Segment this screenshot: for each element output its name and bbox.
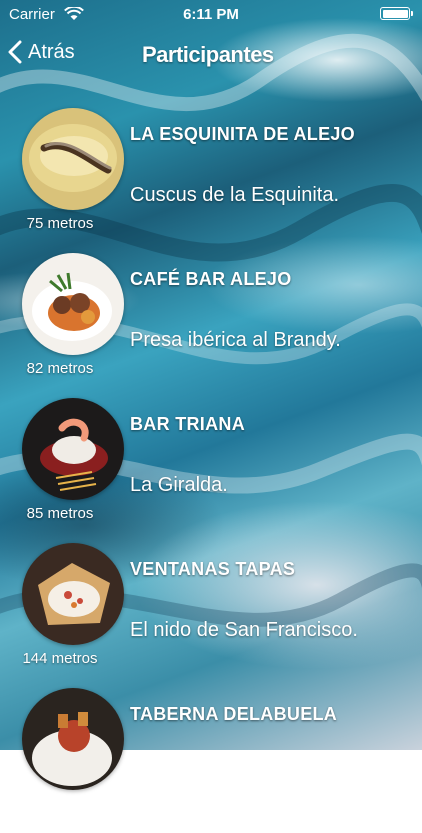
participant-name: CAFÉ BAR ALEJO bbox=[130, 269, 292, 289]
participants-list: 75 metros LA ESQUINITA DE ALEJO Cuscus d… bbox=[0, 108, 422, 833]
chevron-left-icon bbox=[8, 40, 22, 64]
list-item[interactable]: 82 metros CAFÉ BAR ALEJO Presa ibérica a… bbox=[0, 253, 422, 398]
list-item[interactable]: TABERNA DELABUELA bbox=[0, 688, 422, 833]
distance-label: 85 metros bbox=[26, 505, 94, 522]
back-label: Atrás bbox=[28, 40, 75, 63]
back-button[interactable]: Atrás bbox=[8, 40, 75, 64]
battery-icon bbox=[380, 7, 413, 20]
distance-label: 75 metros bbox=[26, 215, 94, 232]
dish-photo bbox=[22, 398, 124, 500]
list-item[interactable]: 144 metros VENTANAS TAPAS El nido de San… bbox=[0, 543, 422, 688]
distance-label: 82 metros bbox=[26, 360, 94, 377]
page-title: Participantes bbox=[142, 42, 274, 67]
dish-photo bbox=[22, 543, 124, 645]
clock: 6:11 PM bbox=[183, 6, 239, 23]
navigation-bar: Atrás Participantes bbox=[0, 30, 422, 80]
list-item[interactable]: 85 metros BAR TRIANA La Giralda. bbox=[0, 398, 422, 543]
participant-name: LA ESQUINITA DE ALEJO bbox=[130, 124, 355, 144]
dish-photo bbox=[22, 688, 124, 790]
dish-name: La Giralda. bbox=[130, 474, 228, 496]
dish-name: El nido de San Francisco. bbox=[130, 619, 358, 641]
participant-name: TABERNA DELABUELA bbox=[130, 704, 338, 724]
participant-name: VENTANAS TAPAS bbox=[130, 559, 296, 579]
status-bar: Carrier 6:11 PM bbox=[0, 0, 422, 30]
dish-photo bbox=[22, 108, 124, 210]
dish-name: Presa ibérica al Brandy. bbox=[130, 329, 341, 351]
distance-label: 144 metros bbox=[22, 650, 98, 667]
dish-photo bbox=[22, 253, 124, 355]
dish-name: Cuscus de la Esquinita. bbox=[130, 184, 340, 206]
participant-name: BAR TRIANA bbox=[130, 414, 245, 434]
list-item[interactable]: 75 metros LA ESQUINITA DE ALEJO Cuscus d… bbox=[0, 108, 422, 253]
